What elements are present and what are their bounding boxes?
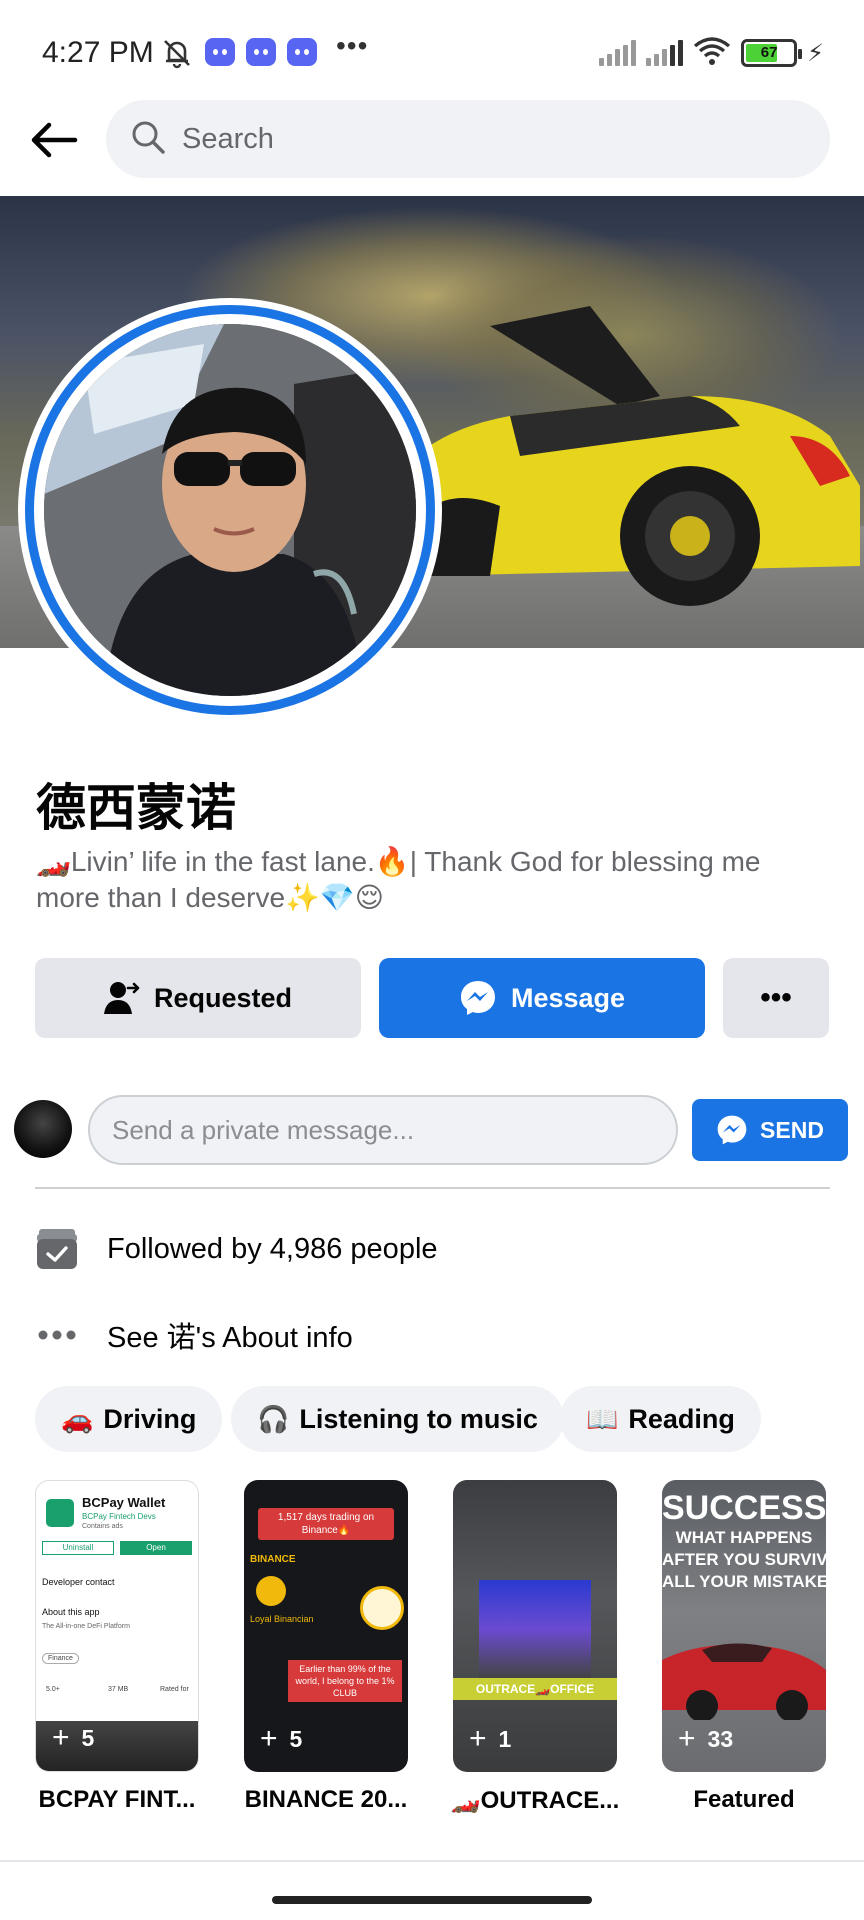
discord-icon [246,38,276,66]
featured-label: Featured [693,1786,795,1813]
home-indicator[interactable] [272,1896,592,1904]
status-right: 67 ⚡ [599,36,824,70]
medal-icon [256,1576,286,1606]
discord-icon [205,38,235,66]
hobby-chip-reading[interactable]: 📖 Reading [560,1386,761,1452]
outrace-sign: OUTRACE🏎️OFFICE [453,1678,617,1700]
wifi-icon [693,36,731,71]
bcpay-logo-icon [46,1499,74,1527]
profile-name: 德西蒙诺 [36,779,236,837]
card-count: +5 [260,1722,303,1755]
messenger-icon [459,979,497,1017]
signal-icon [646,40,684,66]
send-label: SEND [760,1116,824,1143]
card-count: +1 [469,1722,512,1755]
more-dots-icon: ••• [760,981,792,1014]
success-line: AFTER YOU SURVIVE [662,1550,826,1569]
private-message-input[interactable]: Send a private message... [88,1095,678,1165]
binance-logo-icon [360,1586,404,1630]
followers-icon [35,1227,79,1271]
profile-avatar[interactable] [18,298,442,722]
binance-brand: BINANCE [250,1554,296,1565]
private-message-placeholder: Send a private message... [112,1114,415,1145]
card-stat: Rated for [160,1686,189,1693]
message-button[interactable]: Message [379,958,705,1038]
red-car-image [662,1643,826,1720]
about-info-text: See 诺's About info [107,1322,353,1354]
hobby-label: Driving [103,1403,197,1434]
hobby-chip-driving[interactable]: 🚗 Driving [35,1386,223,1452]
card-app-ads: Contains ads [82,1523,123,1530]
messenger-icon [716,1114,748,1146]
headphones-icon: 🎧 [257,1403,290,1434]
card-uninstall: Uninstall [42,1541,114,1555]
profile-photo [44,324,416,696]
followers-text: Followed by 4,986 people [107,1232,438,1265]
success-line: SUCCESS [662,1490,826,1526]
card-app-desc: The All-in-one DeFi Platform [42,1623,130,1630]
status-time: 4:27 PM [42,36,154,69]
success-line: WHAT HAPPENS [675,1528,813,1547]
about-info-row[interactable]: See 诺's About info [35,1311,353,1359]
search-placeholder: Search [182,122,274,155]
muted-bell-icon [160,36,194,70]
message-label: Message [510,982,626,1013]
requested-button[interactable]: Requested [35,958,361,1038]
featured-label: 🏎️OUTRACE... [450,1787,620,1814]
card-tag: Finance [42,1653,79,1664]
sports-car-image [380,306,860,606]
followers-row: Followed by 4,986 people [35,1225,438,1273]
featured-card-success[interactable]: SUCCESS WHAT HAPPENS AFTER YOU SURVIVE A… [662,1480,826,1772]
friend-request-sent-icon [103,980,140,1016]
section-divider [35,1187,830,1189]
card-stat: 37 MB [108,1686,129,1693]
binance-loyal: Loyal Binancian [250,1614,314,1624]
signal-icon [599,40,637,66]
hobby-label: Listening to music [299,1403,538,1434]
more-dots-icon [35,1313,79,1357]
card-about-app: About this app [42,1607,100,1617]
featured-card-bcpay[interactable]: BCPay Wallet BCPay Fintech Devs Contains… [35,1480,199,1772]
search-icon [130,119,166,160]
bottom-divider [0,1860,864,1862]
card-stat: 5.0+ [46,1686,60,1693]
discord-icon [287,38,317,66]
success-line: ALL YOUR MISTAKES [662,1572,826,1591]
story-ring [25,305,435,715]
profile-bio: 🏎️Livin’ life in the fast lane.🔥| Thank … [36,846,761,913]
more-dots-icon: ••• [336,30,369,61]
back-arrow-icon [31,122,78,158]
binance-badge: Earlier than 99% of the world, I belong … [288,1660,402,1702]
hobby-label: Reading [628,1403,735,1434]
hobby-chip-music[interactable]: 🎧 Listening to music [231,1386,564,1452]
card-dev-contact: Developer contact [42,1577,115,1587]
card-app-title: BCPay Wallet [82,1495,166,1510]
card-count: +33 [678,1722,734,1755]
binance-banner: 1,517 days trading on Binance🔥 [258,1508,394,1540]
featured-card-binance[interactable]: 1,517 days trading on Binance🔥 BINANCE L… [244,1480,408,1772]
send-button[interactable]: SEND [692,1099,848,1161]
office-photo [479,1580,591,1678]
featured-card-outrace[interactable]: OUTRACE🏎️OFFICE +1 [453,1480,617,1772]
requested-label: Requested [153,982,293,1013]
status-bar: 4:27 PM ••• 67 ⚡ [0,0,864,100]
search-input[interactable]: Search [106,100,830,178]
card-open: Open [120,1541,192,1555]
card-count: +5 [52,1721,95,1754]
battery-icon: 67 [741,39,803,67]
viewer-avatar [14,1100,72,1158]
charging-icon: ⚡ [807,39,824,67]
car-icon: 🚗 [61,1403,94,1434]
battery-level: 67 [760,44,778,61]
more-options-button[interactable]: ••• [723,958,829,1038]
card-app-dev: BCPay Fintech Devs [82,1512,156,1521]
featured-label: BCPAY FINT... [38,1786,196,1813]
book-icon: 📖 [586,1403,619,1434]
featured-label: BINANCE 20... [244,1786,408,1813]
back-button[interactable] [22,112,86,168]
